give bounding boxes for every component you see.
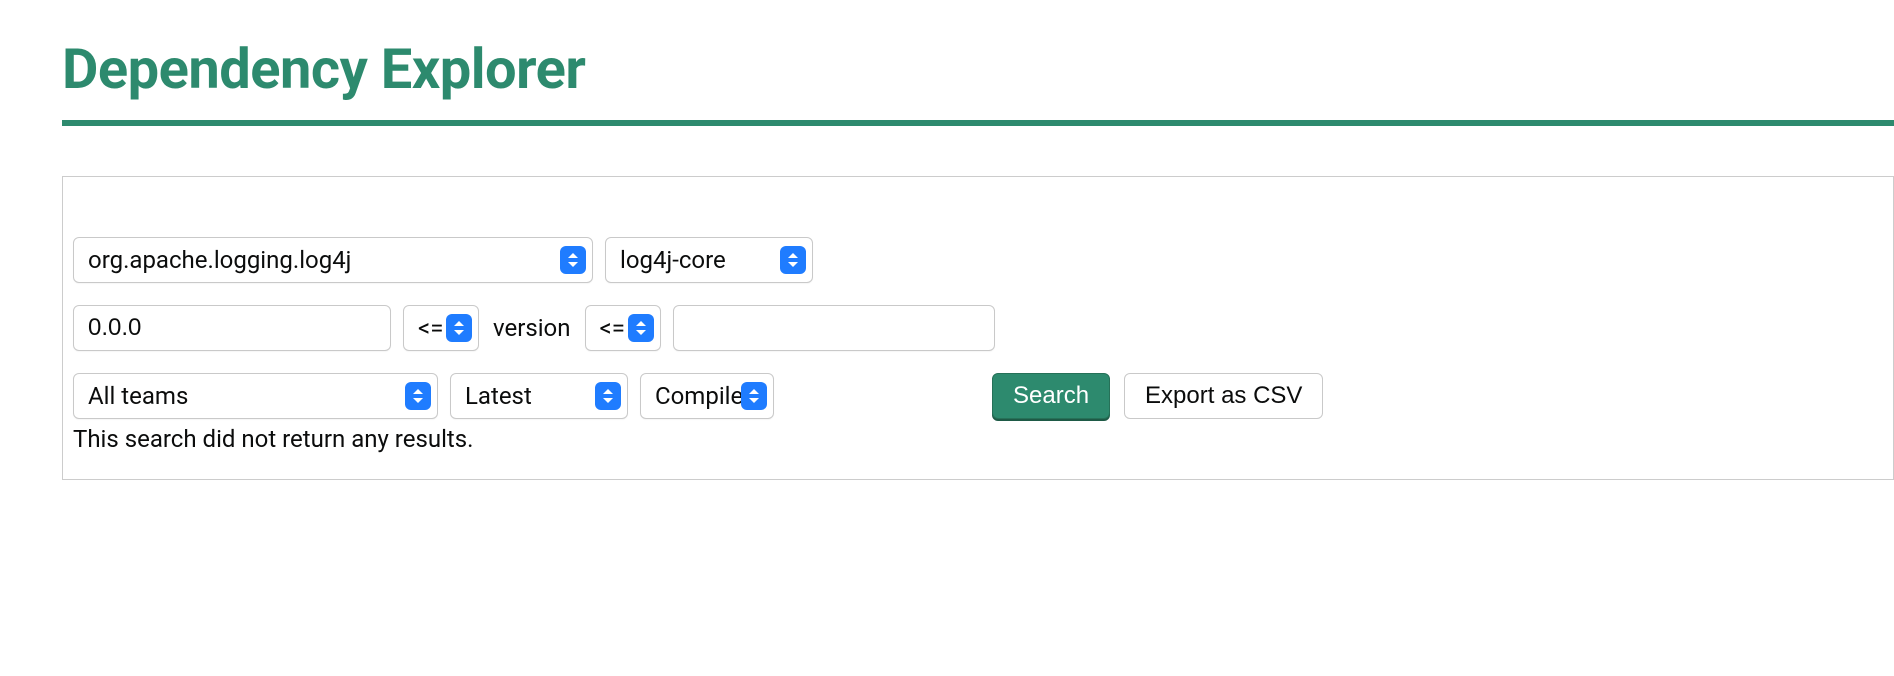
search-panel: org.apache.logging.log4j log4j-core <= v…: [62, 176, 1894, 480]
team-select[interactable]: All teams: [73, 373, 438, 419]
page-title: Dependency Explorer: [0, 0, 1894, 120]
search-button[interactable]: Search: [992, 373, 1110, 419]
title-divider: [62, 120, 1894, 126]
lower-version-input[interactable]: [73, 305, 391, 351]
group-id-select[interactable]: org.apache.logging.log4j: [73, 237, 593, 283]
row-artifact: org.apache.logging.log4j log4j-core: [73, 237, 1883, 283]
team-value: All teams: [74, 374, 437, 418]
upper-version-input[interactable]: [673, 305, 995, 351]
row-filters: All teams Latest Compile Search Export a…: [73, 373, 1883, 419]
action-buttons: Search Export as CSV: [992, 373, 1323, 419]
chevron-updown-icon: [446, 314, 472, 342]
chevron-updown-icon: [628, 314, 654, 342]
chevron-updown-icon: [780, 246, 806, 274]
version-label: version: [491, 314, 573, 342]
scope-select[interactable]: Compile: [640, 373, 774, 419]
flag-select[interactable]: Latest: [450, 373, 628, 419]
chevron-updown-icon: [595, 382, 621, 410]
chevron-updown-icon: [405, 382, 431, 410]
upper-op-select[interactable]: <=: [585, 305, 661, 351]
row-version-range: <= version <=: [73, 305, 1883, 351]
artifact-id-select[interactable]: log4j-core: [605, 237, 813, 283]
no-results-message: This search did not return any results.: [73, 425, 1883, 453]
chevron-updown-icon: [741, 382, 767, 410]
group-id-value: org.apache.logging.log4j: [74, 238, 592, 282]
chevron-updown-icon: [560, 246, 586, 274]
lower-op-select[interactable]: <=: [403, 305, 479, 351]
export-csv-button[interactable]: Export as CSV: [1124, 373, 1323, 419]
